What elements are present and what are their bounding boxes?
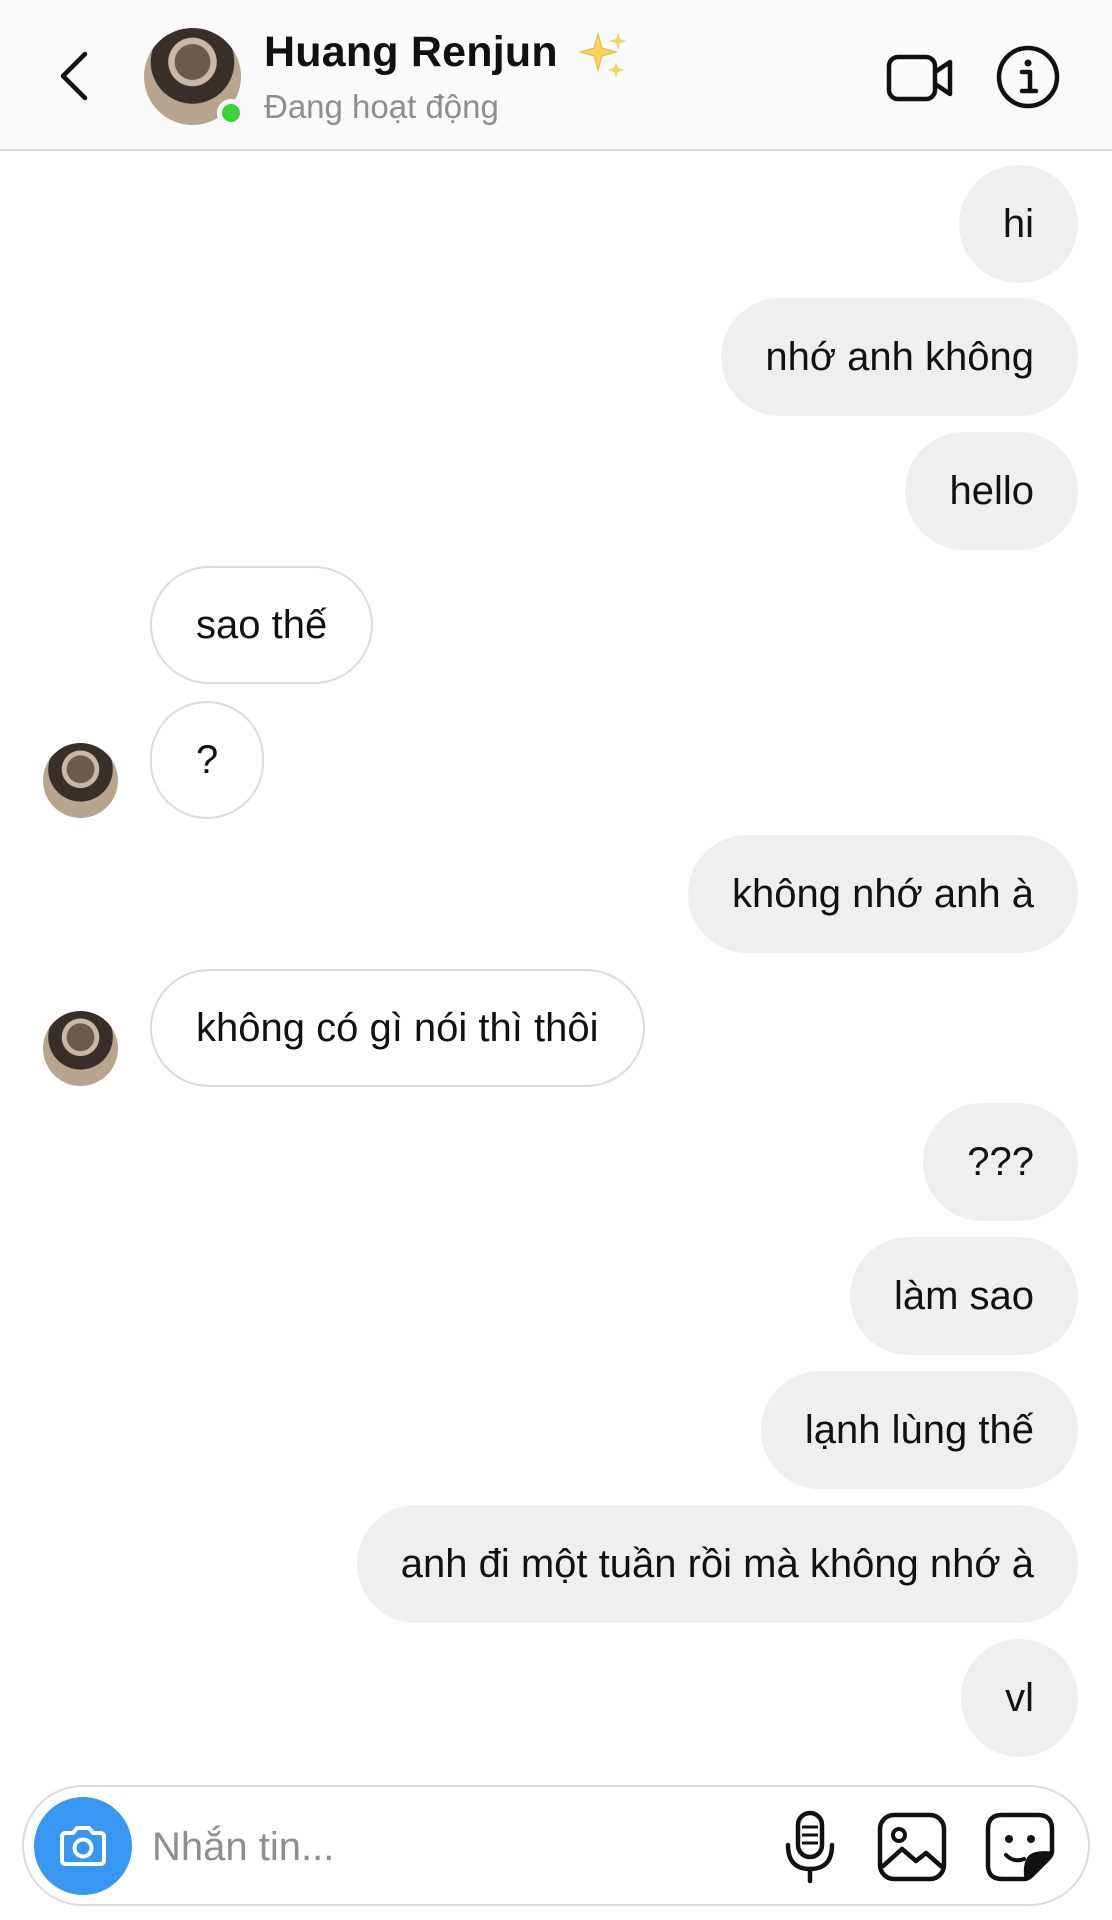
contact-avatar-small[interactable]	[43, 1011, 118, 1086]
image-icon	[877, 1812, 947, 1882]
sticker-icon	[985, 1812, 1055, 1882]
back-button[interactable]	[52, 46, 96, 106]
message-input[interactable]	[150, 1807, 654, 1887]
contact-name[interactable]: Huang Renjun	[264, 28, 558, 77]
gallery-button[interactable]	[876, 1811, 948, 1883]
message-received[interactable]: không có gì nói thì thôi	[150, 969, 645, 1087]
camera-icon	[60, 1826, 106, 1866]
info-button[interactable]	[995, 44, 1061, 110]
message-sent[interactable]: lạnh lùng thế	[760, 1371, 1078, 1489]
camera-button[interactable]	[34, 1797, 132, 1895]
contact-avatar[interactable]	[144, 28, 245, 127]
contact-status: Đang hoạt động	[264, 88, 499, 125]
message-sent[interactable]: hello	[905, 432, 1078, 550]
sticker-button[interactable]	[984, 1811, 1056, 1883]
info-icon	[996, 45, 1060, 109]
message-sent[interactable]: anh đi một tuần rồi mà không nhớ à	[356, 1505, 1078, 1623]
voice-message-button[interactable]	[780, 1809, 840, 1885]
message-sent[interactable]: hi	[958, 165, 1078, 283]
online-indicator	[217, 99, 245, 127]
chat-header: Huang Renjun Đang hoạt động	[0, 0, 1112, 151]
chevron-left-icon	[60, 51, 88, 101]
message-sent[interactable]: nhớ anh không	[721, 298, 1078, 416]
contact-avatar-small[interactable]	[43, 743, 118, 818]
message-sent[interactable]: làm sao	[849, 1237, 1078, 1355]
sparkles-icon	[578, 32, 627, 78]
message-sent[interactable]: ???	[923, 1103, 1078, 1221]
message-composer	[22, 1785, 1090, 1906]
microphone-icon	[785, 1810, 835, 1884]
video-call-button[interactable]	[886, 48, 954, 108]
message-sent[interactable]: vl	[961, 1639, 1078, 1757]
video-camera-icon	[886, 54, 953, 102]
message-received[interactable]: sao thế	[150, 566, 374, 684]
message-received[interactable]: ?	[150, 701, 265, 819]
message-sent[interactable]: không nhớ anh à	[687, 835, 1078, 953]
